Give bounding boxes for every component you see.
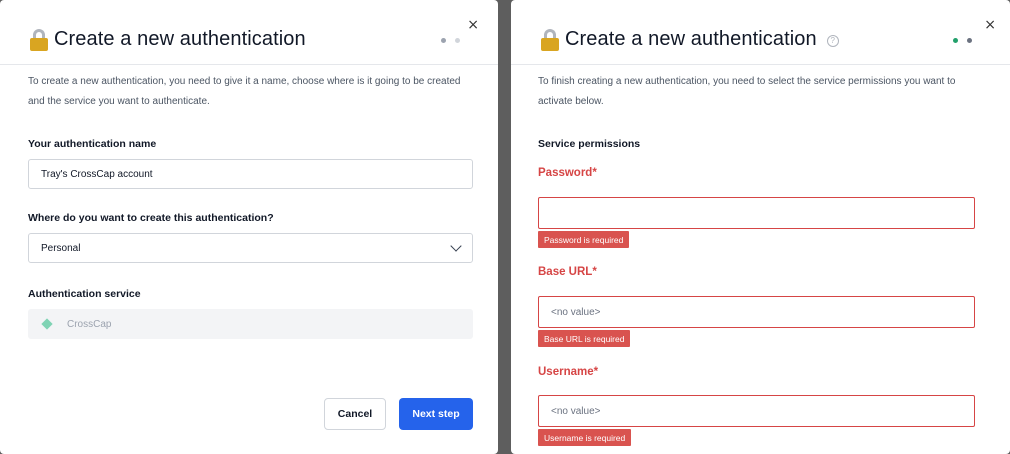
help-icon[interactable]: ? xyxy=(826,34,839,47)
service-permissions-label: Service permissions xyxy=(538,138,641,150)
location-select-value: Personal xyxy=(41,242,81,254)
service-field: CrossCap xyxy=(28,309,473,339)
step-dot-2 xyxy=(455,38,460,43)
close-icon[interactable]: × xyxy=(467,18,479,32)
close-icon[interactable]: × xyxy=(984,18,996,32)
location-select[interactable]: Personal xyxy=(28,233,473,263)
password-label: Password* xyxy=(538,167,597,179)
auth-name-input[interactable]: Tray's CrossCap account xyxy=(28,159,473,189)
step-dot-1 xyxy=(441,38,446,43)
name-label: Your authentication name xyxy=(28,138,157,150)
lock-icon xyxy=(30,28,48,51)
cancel-button[interactable]: Cancel xyxy=(324,398,386,430)
service-value: CrossCap xyxy=(67,318,112,330)
lock-icon xyxy=(541,28,559,51)
chevron-down-icon xyxy=(450,240,462,252)
base-url-label: Base URL* xyxy=(538,266,597,278)
base-url-input[interactable]: <no value> xyxy=(538,296,975,328)
dialog-description: To create a new authentication, you need… xyxy=(28,76,461,107)
username-error: Username is required xyxy=(538,429,632,446)
location-label: Where do you want to create this authent… xyxy=(28,212,274,224)
step-dot-2 xyxy=(967,38,972,43)
step-indicator xyxy=(953,38,972,43)
dialog-header: Create a new authentication ? xyxy=(541,28,839,51)
username-input[interactable]: <no value> xyxy=(538,395,975,427)
create-auth-dialog-step-2: × Create a new authentication ? To finis… xyxy=(511,0,1010,454)
dialog-title: Create a new authentication xyxy=(565,28,817,50)
dialog-header: Create a new authentication xyxy=(30,28,306,51)
base-url-error: Base URL is required xyxy=(538,330,631,347)
step-dot-1 xyxy=(953,38,958,43)
password-input[interactable] xyxy=(538,197,975,229)
divider xyxy=(0,64,498,65)
next-step-button[interactable]: Next step xyxy=(399,398,473,430)
create-auth-dialog-step-1: × Create a new authentication To create … xyxy=(0,0,498,454)
password-error: Password is required xyxy=(538,231,630,248)
crosscap-logo-icon xyxy=(41,318,53,330)
divider xyxy=(511,64,1010,65)
dialog-title: Create a new authentication xyxy=(54,28,306,50)
username-label: Username* xyxy=(538,366,599,378)
step-indicator xyxy=(441,38,460,43)
service-label: Authentication service xyxy=(28,288,141,300)
dialog-description: To finish creating a new authentication,… xyxy=(538,76,956,107)
